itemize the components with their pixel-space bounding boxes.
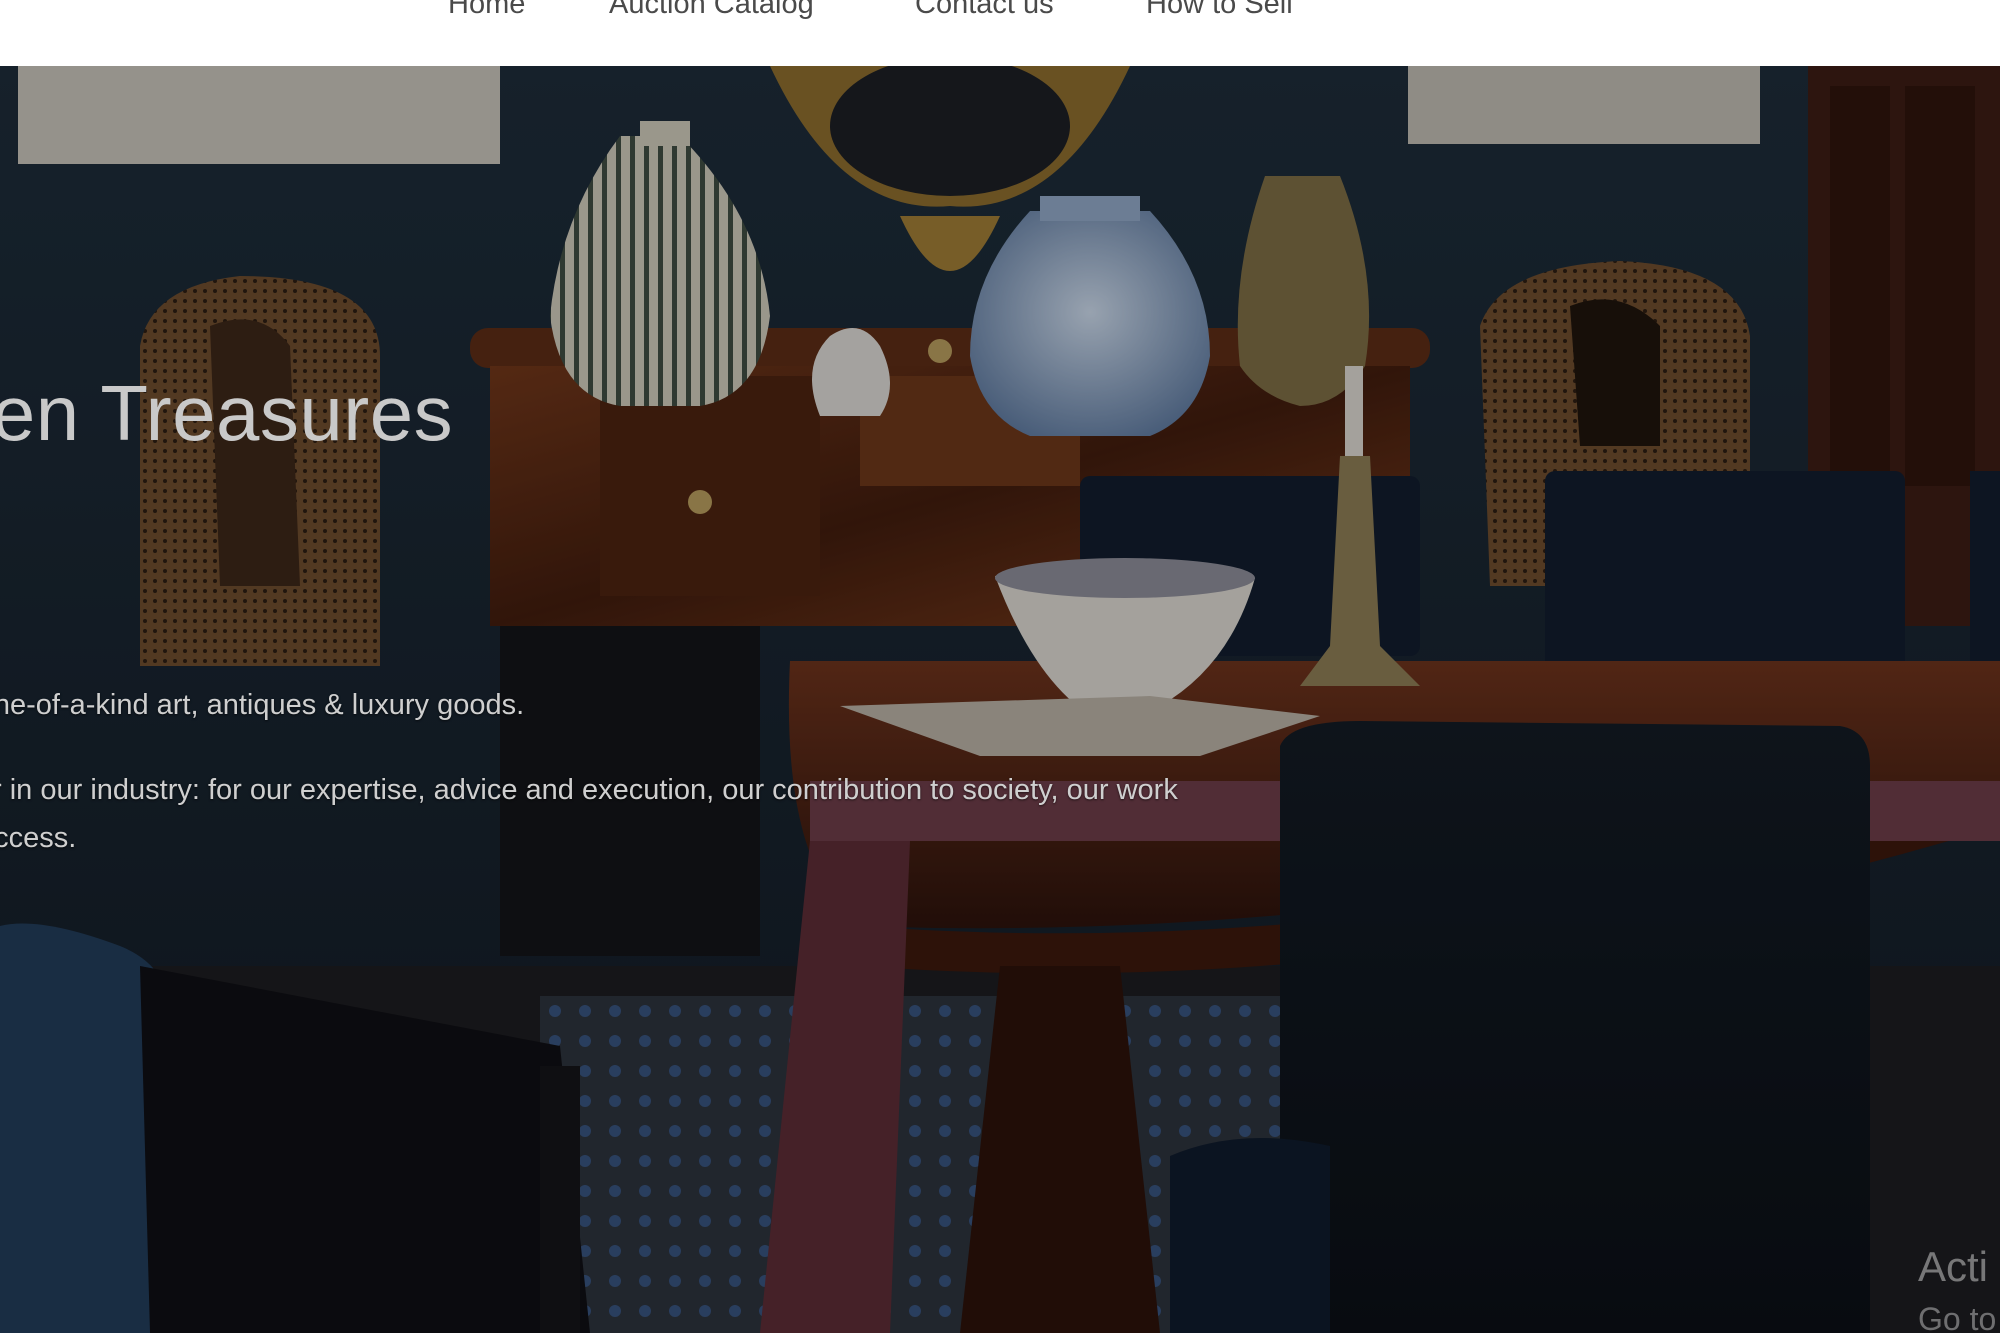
hero-description-line-1: r in our industry: for our expertise, ad… — [0, 774, 1178, 806]
nav-auction-catalog-link[interactable]: Auction Catalog — [609, 0, 814, 22]
hero-heading: den Treasures — [0, 369, 454, 457]
top-navigation: Home Auction Catalog Contact us How to S… — [0, 0, 2000, 66]
page: Home Auction Catalog Contact us How to S… — [0, 0, 2000, 1333]
activation-subtitle: Go to — [1918, 1301, 1997, 1333]
hero-tagline: r one-of-a-kind art, antiques & luxury g… — [0, 689, 525, 721]
nav-contact-us-link[interactable]: Contact us — [915, 0, 1054, 22]
windows-activation-watermark: Acti Go to — [1918, 1241, 1996, 1333]
hero-banner: den Treasures r one-of-a-kind art, antiq… — [0, 66, 2000, 1333]
activation-title: Acti — [1918, 1243, 1989, 1290]
nav-how-to-sell-link[interactable]: How to Sell — [1146, 0, 1293, 22]
hero-description-line-2: uccess. — [0, 822, 77, 854]
nav-home-link[interactable]: Home — [448, 0, 525, 22]
